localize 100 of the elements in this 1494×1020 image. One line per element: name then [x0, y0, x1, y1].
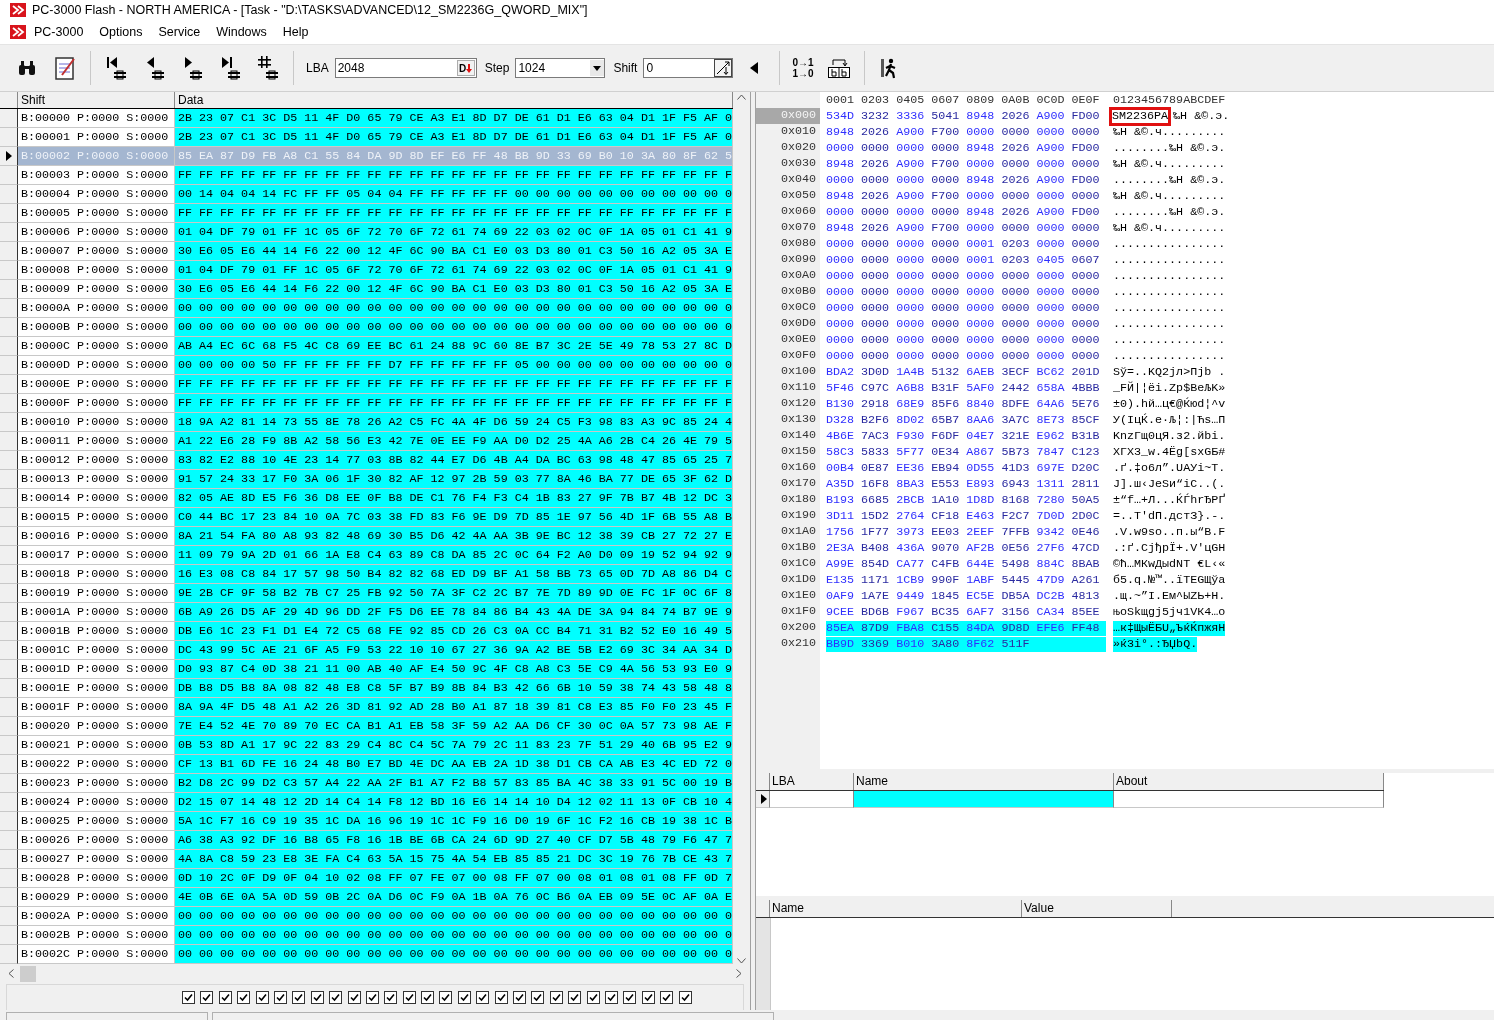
row-header[interactable] — [0, 755, 18, 774]
checkbox[interactable] — [402, 990, 416, 1004]
column-header[interactable]: Name — [770, 900, 1022, 918]
row-header[interactable] — [0, 603, 18, 622]
checkbox[interactable] — [476, 990, 490, 1004]
checkbox[interactable] — [365, 990, 379, 1004]
row-header[interactable] — [0, 242, 18, 261]
row-header[interactable] — [0, 185, 18, 204]
checkbox[interactable] — [255, 990, 269, 1004]
checkbox[interactable] — [237, 990, 251, 1004]
row-header[interactable] — [0, 717, 18, 736]
checkbox[interactable] — [678, 990, 692, 1004]
menu-item[interactable]: Windows — [208, 25, 275, 39]
checkbox[interactable] — [421, 990, 435, 1004]
row-header[interactable] — [0, 451, 18, 470]
checkbox[interactable] — [457, 990, 471, 1004]
row-header[interactable] — [0, 907, 18, 926]
row-header[interactable] — [0, 622, 18, 641]
row-header[interactable] — [0, 413, 18, 432]
row-header[interactable] — [0, 565, 18, 584]
row-header[interactable] — [0, 812, 18, 831]
checkbox[interactable] — [586, 990, 600, 1004]
row-header[interactable] — [0, 641, 18, 660]
lba-field[interactable]: 2048 D — [334, 58, 477, 78]
row-header[interactable] — [0, 926, 18, 945]
row-header[interactable] — [0, 679, 18, 698]
row-header[interactable] — [0, 736, 18, 755]
column-header[interactable]: Name — [854, 772, 1114, 790]
row-header[interactable] — [0, 261, 18, 280]
scroll-up-icon[interactable] — [737, 94, 746, 100]
row-header[interactable] — [0, 793, 18, 812]
checkbox[interactable] — [329, 990, 343, 1004]
step-dropdown[interactable]: 1024 — [515, 58, 606, 78]
row-header[interactable] — [0, 774, 18, 793]
checkbox[interactable] — [623, 990, 637, 1004]
row-header[interactable] — [0, 299, 18, 318]
column-header[interactable]: About — [1114, 772, 1384, 790]
row-header[interactable] — [0, 831, 18, 850]
row-header[interactable] — [0, 470, 18, 489]
checkbox[interactable] — [439, 990, 453, 1004]
checkbox[interactable] — [310, 990, 324, 1004]
row-header[interactable] — [0, 147, 18, 166]
row-header[interactable] — [0, 337, 18, 356]
hex-line: E135 1171 1CB9 990F 1ABF 5445 47D9 A261 — [826, 572, 1101, 588]
row-header[interactable] — [0, 489, 18, 508]
scroll-right-icon[interactable] — [736, 969, 742, 979]
row-header[interactable] — [0, 166, 18, 185]
checkbox[interactable] — [660, 990, 674, 1004]
checkbox[interactable] — [568, 990, 582, 1004]
menu-item[interactable]: PC-3000 — [26, 25, 92, 39]
row-header[interactable] — [0, 375, 18, 394]
row-header[interactable] — [0, 223, 18, 242]
row-header[interactable] — [0, 945, 18, 964]
invert-bits-button[interactable]: 0→1 1→0 — [788, 57, 818, 79]
row-header[interactable] — [0, 356, 18, 375]
go-button[interactable]: D — [456, 60, 475, 76]
column-header[interactable]: LBA — [770, 772, 854, 790]
column-header[interactable]: Value — [1022, 900, 1172, 918]
table-cell: 2B 23 07 C1 3C D5 11 4F D0 65 79 CE A3 E1 8D D7 DE 61 D1 E6 63 04 D1 1F F5 AF 0 — [175, 128, 733, 147]
row-header[interactable] — [0, 584, 18, 603]
checkbox[interactable] — [513, 990, 527, 1004]
step-input[interactable]: 1024 — [516, 61, 591, 75]
column-header[interactable]: Shift — [18, 92, 175, 108]
row-header[interactable] — [0, 698, 18, 717]
vertical-scrollbar[interactable] — [733, 92, 750, 964]
checkbox[interactable] — [549, 990, 563, 1004]
menu-item[interactable]: Help — [274, 25, 317, 39]
shift-field[interactable]: 0 — [643, 58, 734, 78]
row-header[interactable] — [0, 850, 18, 869]
row-header[interactable] — [0, 280, 18, 299]
row-header[interactable] — [0, 432, 18, 451]
checkbox[interactable] — [605, 990, 618, 1004]
checkbox[interactable] — [182, 990, 195, 1004]
row-header[interactable] — [0, 888, 18, 907]
row-header[interactable] — [0, 527, 18, 546]
row-header[interactable] — [0, 128, 18, 147]
scrollbar-thumb[interactable] — [20, 965, 36, 982]
row-header[interactable] — [0, 546, 18, 565]
checkbox[interactable] — [218, 990, 232, 1004]
checkbox[interactable] — [292, 990, 306, 1004]
shift-input[interactable]: 0 — [644, 61, 715, 75]
row-header[interactable] — [0, 204, 18, 223]
menu-item[interactable]: Service — [150, 25, 209, 39]
row-header[interactable] — [0, 394, 18, 413]
row-header[interactable] — [0, 109, 18, 128]
checkbox[interactable] — [494, 990, 508, 1004]
row-header[interactable] — [0, 508, 18, 527]
checkbox[interactable] — [531, 990, 545, 1004]
row-header[interactable] — [0, 869, 18, 888]
checkbox[interactable] — [641, 990, 655, 1004]
row-header[interactable] — [0, 660, 18, 679]
menu-item[interactable]: Options — [91, 25, 151, 39]
scroll-down-icon[interactable] — [737, 958, 746, 964]
checkbox[interactable] — [273, 990, 287, 1004]
checkbox[interactable] — [200, 990, 214, 1004]
checkbox[interactable] — [347, 990, 361, 1004]
row-header[interactable] — [0, 318, 18, 337]
checkbox[interactable] — [384, 990, 398, 1004]
scroll-left-icon[interactable] — [8, 969, 14, 979]
lba-input[interactable]: 2048 — [335, 61, 457, 75]
